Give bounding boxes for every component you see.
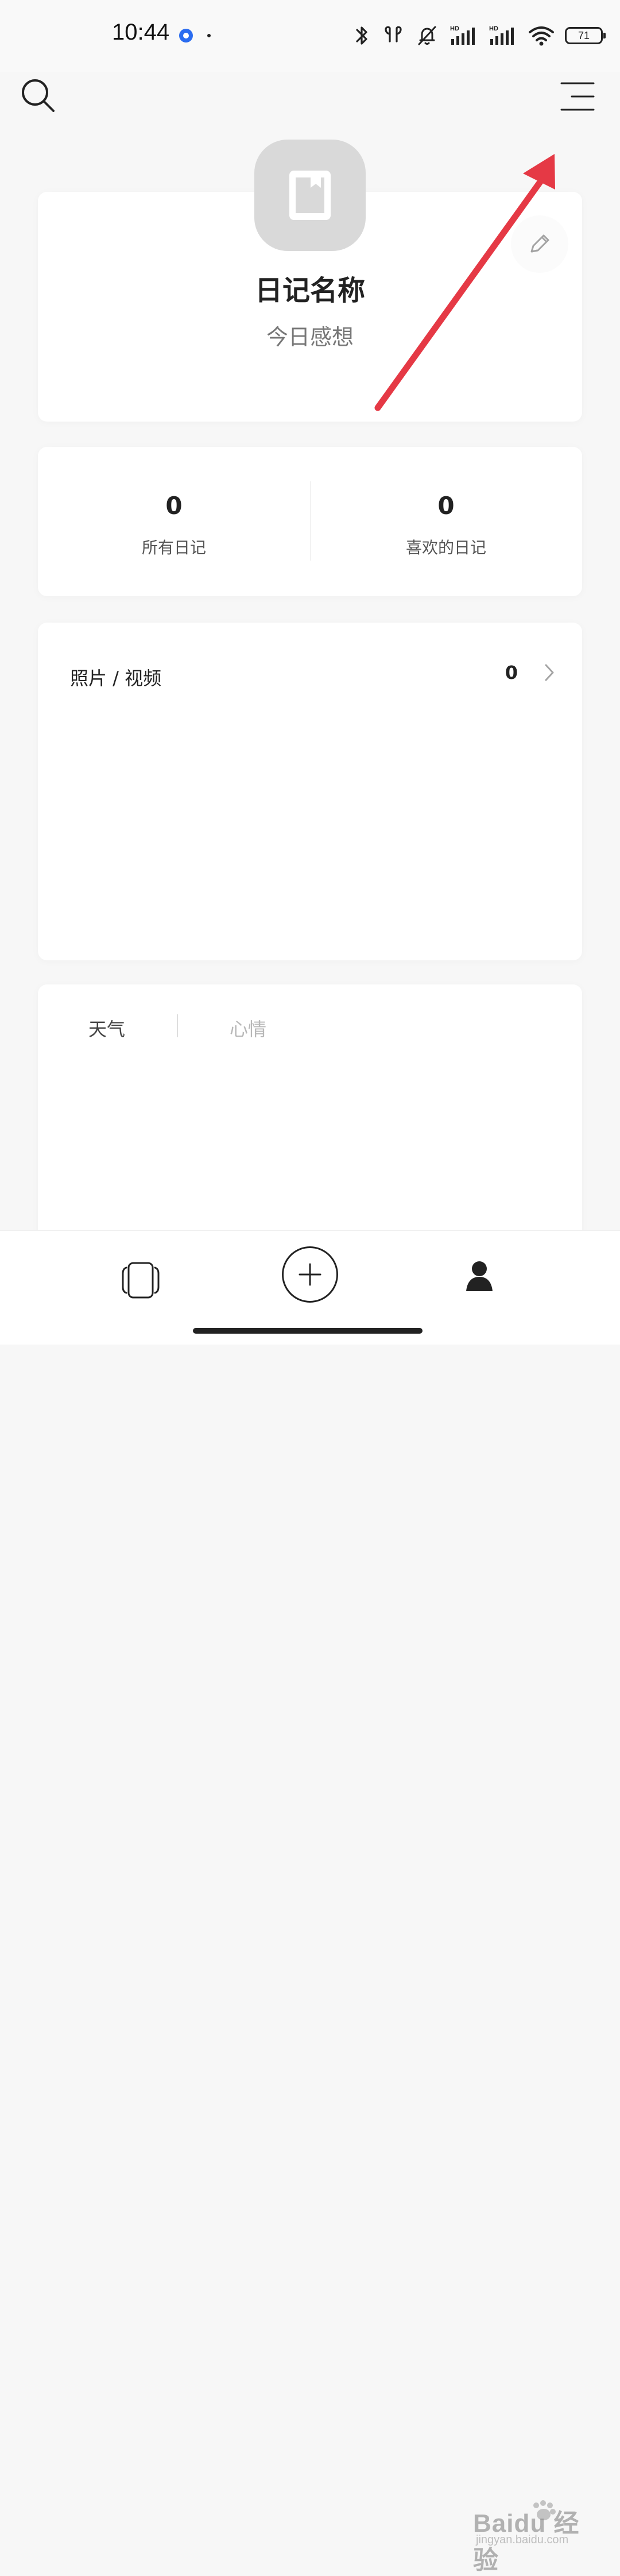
menu-icon <box>560 82 595 111</box>
diary-stats-card: 0 所有日记 0 喜欢的日记 <box>38 447 582 596</box>
weather-mood-card: 天气 心情 <box>38 984 582 1272</box>
chevron-right-icon <box>545 664 554 681</box>
all-diaries-count: 0 <box>165 492 183 520</box>
mood-tab[interactable]: 心情 <box>230 1015 266 1041</box>
media-open-button[interactable] <box>536 659 563 686</box>
paw-icon <box>533 2500 556 2520</box>
profile-icon <box>466 1261 493 1291</box>
search-icon <box>22 79 55 112</box>
weather-mood-divider <box>177 1014 178 1037</box>
status-bar: 10:44 HD HD 71 <box>0 0 620 72</box>
media-count: 0 <box>505 662 518 683</box>
home-indicator <box>193 1328 423 1334</box>
app-dot-icon <box>179 29 193 43</box>
favorite-diaries-stat[interactable]: 0 喜欢的日记 <box>310 447 582 596</box>
diary-cards-tab[interactable] <box>119 1260 162 1301</box>
book-icon <box>289 171 331 220</box>
all-diaries-stat[interactable]: 0 所有日记 <box>38 447 310 596</box>
menu-button[interactable] <box>558 81 595 112</box>
diary-subtitle: 今日感想 <box>266 325 354 350</box>
silent-icon <box>418 26 436 45</box>
weather-tab[interactable]: 天气 <box>88 1015 125 1041</box>
signal-icon: HD <box>450 25 475 45</box>
network-label-1: HD <box>450 25 459 32</box>
earbuds-icon <box>385 26 402 43</box>
status-icons: HD HD 71 <box>352 23 606 48</box>
media-card: 照片 / 视频 0 <box>38 623 582 960</box>
status-time: 10:44 <box>112 20 170 45</box>
all-diaries-label: 所有日记 <box>141 538 206 557</box>
diary-avatar[interactable] <box>254 140 366 251</box>
watermark-url-text: jingyan.baidu.com <box>476 2533 569 2546</box>
profile-tab[interactable] <box>463 1259 496 1292</box>
plus-icon <box>299 1263 321 1286</box>
edit-profile-button[interactable] <box>511 215 568 273</box>
diary-title: 日记名称 <box>254 275 365 307</box>
media-title: 照片 / 视频 <box>70 667 162 689</box>
bluetooth-icon <box>356 26 367 45</box>
network-label-2: HD <box>489 25 498 32</box>
battery-level: 71 <box>578 30 590 41</box>
search-button[interactable] <box>20 77 56 114</box>
pencil-icon <box>530 234 549 253</box>
favorite-diaries-label: 喜欢的日记 <box>405 538 486 557</box>
add-diary-button[interactable] <box>282 1246 338 1303</box>
baidu-watermark: Baidu 经验 jingyan.baidu.com <box>473 2500 592 2574</box>
favorite-diaries-count: 0 <box>437 492 455 520</box>
notification-dot-icon <box>207 34 211 37</box>
wifi-icon <box>529 26 554 46</box>
signal-icon-2: HD <box>489 25 514 45</box>
battery-icon: 71 <box>565 27 606 44</box>
cards-icon <box>122 1262 160 1299</box>
